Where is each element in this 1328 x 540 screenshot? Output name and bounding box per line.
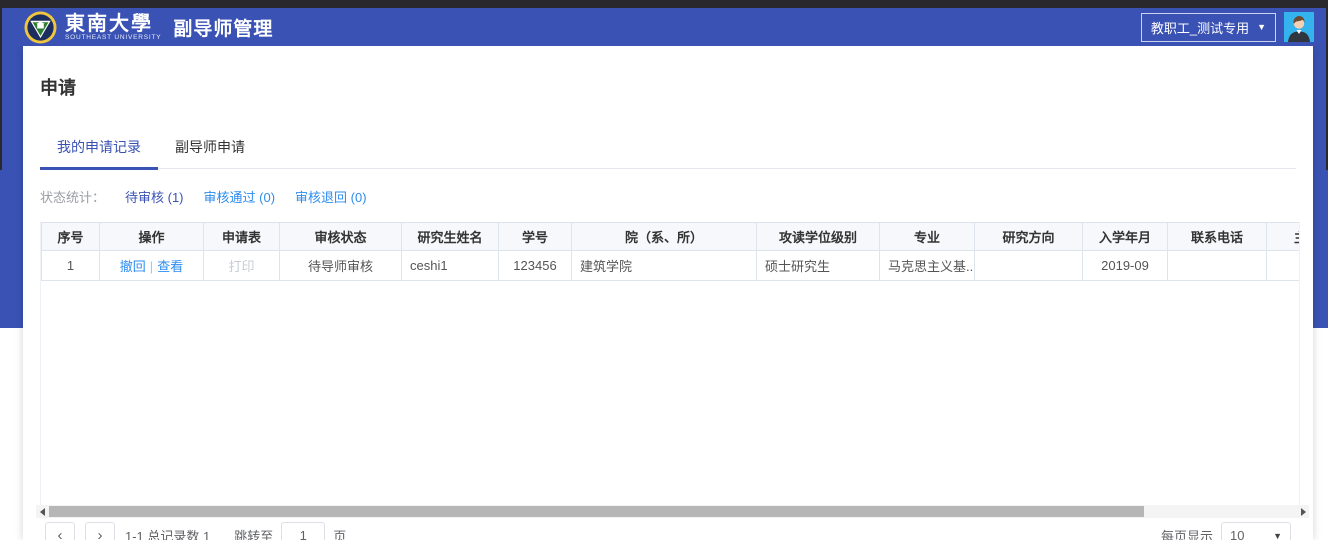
tab-assistant-supervisor-application[interactable]: 副导师申请 [158, 132, 262, 169]
app-title: 副导师管理 [173, 18, 274, 40]
user-menu-label: 教职工_测试专用 [1150, 20, 1250, 36]
per-page-select[interactable]: 10 ▼ [1221, 522, 1291, 540]
applications-table-container: 序号 操作 申请表 审核状态 研究生姓名 学号 院（系、所） 攻读学位级别 专业 研究方向 入学年月… [40, 222, 1300, 505]
table-cell [1266, 250, 1299, 281]
status-statistics: 状态统计： 待审核 (1) 审核通过 (0) 审核退回 (0) [40, 187, 367, 206]
link-separator: | [149, 259, 154, 274]
print-action-disabled: 打印 [228, 259, 255, 274]
jump-suffix: 页 [333, 529, 347, 540]
table-cell: 建筑学院 [571, 250, 757, 281]
column-header: 主导师姓名 [1266, 222, 1299, 251]
table-cell [1167, 250, 1267, 281]
university-name-en: SOUTHEAST UNIVERSITY [65, 33, 162, 41]
table-cell: 123456 [498, 250, 572, 281]
view-link[interactable]: 查看 [157, 259, 183, 274]
pagination-bar: ‹ › 1-1 总记录数 1 跳转至 页 每页显示 10 ▼ [23, 520, 1313, 540]
column-header: 研究生姓名 [401, 222, 499, 251]
withdraw-link[interactable]: 撤回 [120, 259, 146, 274]
content-card: 申请 我的申请记录 副导师申请 状态统计： 待审核 (1) 审核通过 (0) 审… [23, 46, 1313, 540]
university-brand: 東南大學 SOUTHEAST UNIVERSITY [65, 13, 161, 42]
next-page-button[interactable]: › [85, 522, 115, 540]
app-header: 東南大學 SOUTHEAST UNIVERSITY 副导师管理 教职工_测试专用… [0, 8, 1328, 46]
column-header: 攻读学位级别 [756, 222, 880, 251]
horizontal-scrollbar[interactable] [36, 505, 1309, 518]
user-menu-button[interactable]: 教职工_测试专用 ▼ [1140, 12, 1276, 42]
column-header: 联系电话 [1167, 222, 1267, 251]
column-header: 序号 [41, 222, 100, 251]
column-header: 申请表 [203, 222, 280, 251]
table-cell: 撤回 | 查看 [99, 250, 204, 281]
window-top-edge [0, 0, 1328, 8]
avatar[interactable] [1284, 12, 1314, 42]
window-left-edge [0, 0, 2, 170]
table-cell: 1 [41, 250, 100, 281]
table-cell: 硕士研究生 [756, 250, 880, 281]
jump-label: 跳转至 [234, 529, 274, 540]
per-page-control: 每页显示 10 ▼ [1161, 522, 1291, 540]
table-row: 1 撤回 | 查看 打印 待导师审核 ceshi1 123456 建筑学院 硕士研究生 马克思主义基… [41, 250, 1299, 281]
scrollbar-thumb[interactable] [49, 506, 1144, 517]
table-cell: 马克思主义基... [879, 250, 975, 281]
university-logo-icon [24, 10, 57, 44]
table-cell [974, 250, 1083, 281]
per-page-value: 10 [1230, 528, 1245, 540]
records-summary: 1-1 总记录数 1 [125, 529, 211, 540]
scroll-left-arrow-icon[interactable] [36, 505, 48, 518]
applications-table: 序号 操作 申请表 审核状态 研究生姓名 学号 院（系、所） 攻读学位级别 专业 研究方向 入学年月… [41, 222, 1299, 281]
chevron-down-icon: ▼ [1257, 22, 1266, 32]
column-header: 审核状态 [279, 222, 402, 251]
status-link-pending[interactable]: 待审核 (1) [125, 187, 184, 206]
prev-page-button[interactable]: ‹ [45, 522, 75, 540]
table-body: 1 撤回 | 查看 打印 待导师审核 ceshi1 123456 建筑学院 硕士研究生 马克思主义基… [41, 250, 1299, 281]
table-cell: 待导师审核 [279, 250, 402, 281]
jump-to-page: 跳转至 页 [234, 522, 346, 540]
tab-bar: 我的申请记录 副导师申请 [40, 132, 1296, 170]
status-link-approved[interactable]: 审核通过 (0) [204, 187, 276, 206]
page-number-input[interactable] [281, 522, 326, 540]
table-cell: 打印 [203, 250, 280, 281]
column-header: 院（系、所） [571, 222, 757, 251]
scroll-right-arrow-icon[interactable] [1297, 505, 1309, 518]
column-header: 研究方向 [974, 222, 1083, 251]
status-link-returned[interactable]: 审核退回 (0) [295, 187, 367, 206]
table-header-row: 序号 操作 申请表 审核状态 研究生姓名 学号 院（系、所） 攻读学位级别 专业 研究方向 入学年月… [41, 222, 1299, 251]
column-header: 学号 [498, 222, 572, 251]
table-cell: ceshi1 [401, 250, 499, 281]
column-header: 入学年月 [1082, 222, 1168, 251]
university-name: 東南大學 [65, 10, 153, 35]
column-header: 操作 [99, 222, 204, 251]
table-cell: 2019-09 [1082, 250, 1168, 281]
chevron-down-icon: ▼ [1273, 530, 1282, 540]
page-title: 申请 [40, 78, 76, 98]
column-header: 专业 [879, 222, 975, 251]
per-page-label: 每页显示 [1160, 529, 1213, 540]
tab-my-application-records[interactable]: 我的申请记录 [40, 132, 158, 170]
status-statistics-label: 状态统计： [40, 190, 106, 205]
